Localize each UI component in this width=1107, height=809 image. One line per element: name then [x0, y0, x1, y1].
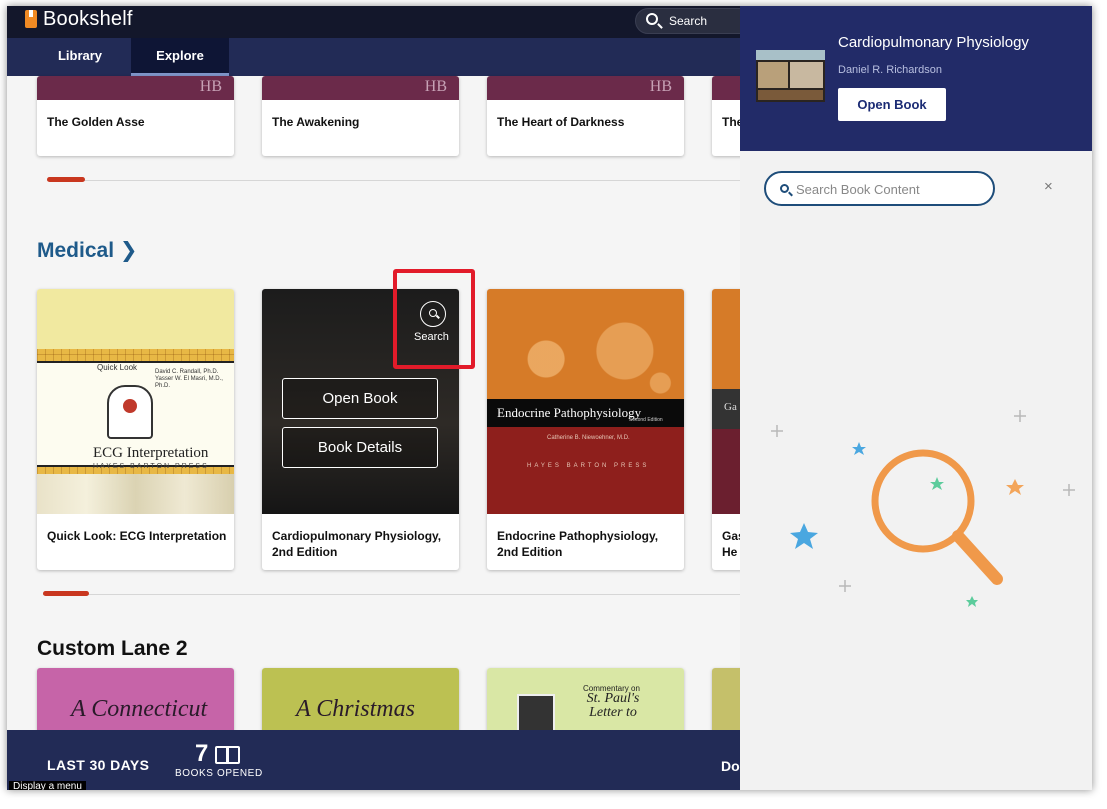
lane-scrollbar-track[interactable]: [47, 180, 740, 181]
book-card-ecg[interactable]: Quick Look David C. Randall, Ph.D. Yasser…: [37, 289, 234, 570]
open-book-button[interactable]: Open Book: [282, 378, 438, 419]
lane-title-text: Medical: [37, 239, 115, 262]
cover-text: Quick Look: [97, 363, 138, 372]
book-title: The Awakening: [272, 115, 360, 129]
book-title: Endocrine Pathophysiology, 2nd Edition: [497, 529, 659, 559]
book-cover: A Connecticut: [37, 668, 234, 738]
global-search-button[interactable]: Search: [635, 8, 755, 34]
book-details-button[interactable]: Book Details: [282, 427, 438, 468]
heart-illustration: [123, 399, 137, 413]
panel-header: Cardiopulmonary Physiology Daniel R. Ric…: [740, 6, 1092, 151]
panel-book-cover: [756, 50, 825, 102]
book-cover: HB: [37, 76, 234, 100]
search-icon: [646, 13, 658, 25]
book-title: Quick Look: ECG Interpretation: [47, 529, 227, 543]
lane-title-custom: Custom Lane 2: [37, 637, 188, 660]
star-icon: [790, 442, 1024, 607]
lane-scrollbar-track[interactable]: [43, 594, 740, 595]
book-card-christmas[interactable]: A Christmas: [262, 668, 459, 738]
publisher-mark: HB: [199, 78, 222, 95]
app-title: Bookshelf: [43, 8, 133, 30]
panel-book-author: Daniel R. Richardson: [838, 64, 942, 76]
cover-authors: David C. Randall, Ph.D. Yasser W. El Masr…: [155, 369, 223, 389]
top-bar: Bookshelf Search: [7, 6, 755, 38]
book-cover: Commentary on St. Paul's Letter to: [487, 668, 684, 738]
magnifying-glass-icon: [871, 449, 1003, 585]
tab-bar: Library Explore: [7, 38, 740, 76]
cover-title: A Christmas: [296, 696, 415, 722]
book-cover: HB: [262, 76, 459, 100]
book-title: Cardiopulmonary Physiology, 2nd Edition: [272, 529, 442, 559]
book-cover: Endocrine Pathophysiology Second Edition…: [487, 289, 684, 514]
book-title: The Heart of Darkness: [497, 115, 625, 129]
publisher-mark: HB: [424, 78, 447, 95]
book-content-search-box[interactable]: [764, 171, 995, 206]
stats-bar: LAST 30 DAYS 7 BOOKS OPENED Do: [7, 730, 740, 790]
search-icon: [780, 184, 789, 193]
lane-title-medical[interactable]: Medical ❯: [37, 238, 137, 263]
publisher-mark: HB: [649, 78, 672, 95]
cover-title: ECG Interpretation: [93, 445, 209, 461]
book-title: The Golden Asse: [47, 115, 145, 129]
search-empty-illustration: [771, 410, 1075, 607]
panel-book-title: Cardiopulmonary Physiology: [838, 34, 1029, 51]
book-card-st-paul[interactable]: Commentary on St. Paul's Letter to: [487, 668, 684, 738]
tooltip: Display a menu: [9, 781, 86, 790]
books-opened-label: BOOKS OPENED: [175, 768, 263, 779]
book-cover: A Christmas: [262, 668, 459, 738]
global-search-label: Search: [669, 14, 708, 28]
book-cover: Quick Look David C. Randall, Ph.D. Yasser…: [37, 289, 234, 514]
stats-label-partial: Do: [721, 758, 740, 774]
book-card-awakening[interactable]: HB The Awakening: [262, 76, 459, 156]
book-card-endocrine[interactable]: Endocrine Pathophysiology Second Edition…: [487, 289, 684, 570]
app-window: Bookshelf Search Library Explore HB The …: [7, 6, 1092, 790]
lane-scrollbar-thumb[interactable]: [47, 177, 85, 182]
cover-title: Endocrine Pathophysiology: [497, 405, 642, 420]
plus-sparkle-icon: [771, 410, 1075, 592]
panel-open-book-button[interactable]: Open Book: [838, 88, 946, 121]
book-card-heart-of-darkness[interactable]: HB The Heart of Darkness: [487, 76, 684, 156]
open-book-icon: [215, 746, 240, 764]
book-card-golden-asse[interactable]: HB The Golden Asse: [37, 76, 234, 156]
cover-author: Catherine B. Niewoehner, M.D.: [547, 435, 630, 441]
lane-scrollbar-thumb[interactable]: [43, 591, 89, 596]
cover-publisher: HAYES BARTON PRESS: [527, 463, 650, 469]
period-label: LAST 30 DAYS: [47, 757, 150, 773]
chevron-right-icon: ❯: [119, 239, 138, 262]
cover-publisher: HAYES BARTON PRESS: [93, 463, 209, 470]
tab-library[interactable]: Library: [43, 38, 117, 76]
tab-explore[interactable]: Explore: [131, 38, 229, 76]
books-opened-count: 7: [195, 740, 209, 767]
book-card-connecticut[interactable]: A Connecticut: [37, 668, 234, 738]
cover-title: St. Paul's Letter to: [586, 691, 640, 720]
cover-title: A Connecticut: [71, 696, 208, 722]
cover-edition: Second Edition: [629, 417, 663, 423]
bookshelf-logo-icon: [25, 10, 37, 28]
close-icon[interactable]: ×: [1044, 178, 1053, 195]
book-content-search-input[interactable]: [796, 180, 986, 198]
search-panel: Cardiopulmonary Physiology Daniel R. Ric…: [740, 6, 1092, 790]
highlight-annotation: [393, 269, 475, 369]
book-cover: HB: [487, 76, 684, 100]
